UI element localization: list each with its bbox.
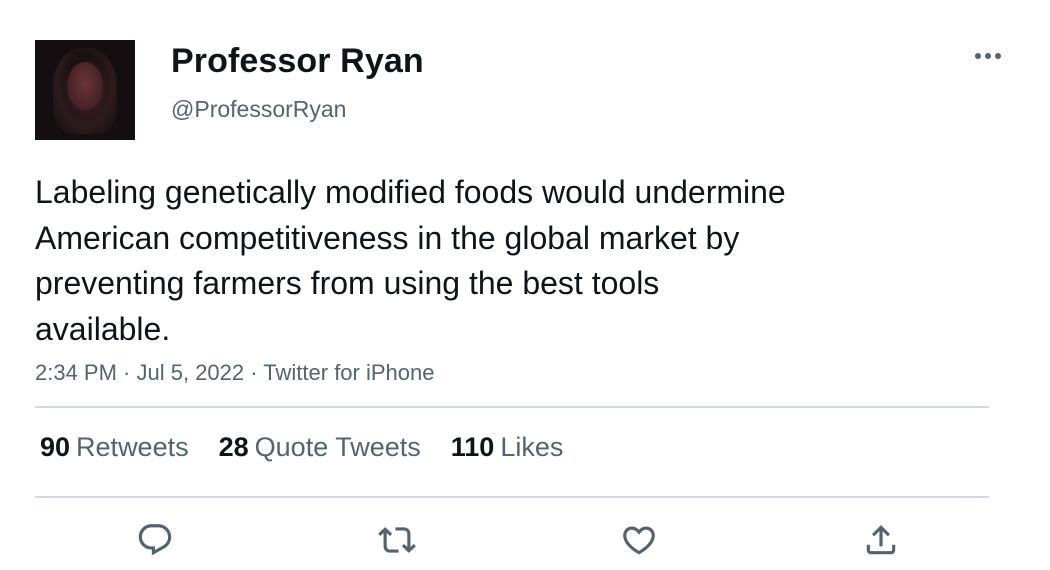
display-name[interactable]: Professor Ryan [171, 42, 424, 81]
retweets-count: 90 [40, 432, 71, 462]
quote-tweets-label: Quote Tweets [254, 432, 421, 462]
reply-icon [138, 524, 172, 556]
share-button[interactable] [859, 518, 903, 562]
reply-button[interactable] [133, 518, 177, 562]
quote-tweets-count: 28 [218, 432, 249, 462]
divider [35, 496, 989, 498]
more-dots-icon [975, 53, 1001, 59]
retweet-icon [378, 527, 416, 553]
tweet-time: 2:34 PM [35, 360, 117, 385]
tweet-date: Jul 5, 2022 [136, 360, 245, 385]
like-button[interactable] [617, 518, 661, 562]
meta-separator: · [244, 360, 264, 385]
share-icon [866, 525, 896, 555]
avatar[interactable] [35, 40, 135, 140]
retweets-stat[interactable]: 90 Retweets [40, 432, 189, 463]
user-handle[interactable]: @ProfessorRyan [171, 96, 346, 123]
tweet-text-line: American competitiveness in the global m… [35, 219, 740, 256]
tweet-meta: 2:34 PM · Jul 5, 2022 · Twitter for iPho… [35, 360, 434, 386]
tweet-text-line: Labeling genetically modified foods woul… [35, 174, 786, 210]
retweets-label: Retweets [76, 432, 189, 462]
likes-stat[interactable]: 110 Likes [451, 432, 564, 463]
meta-separator: · [116, 360, 137, 385]
heart-icon [623, 526, 655, 555]
tweet-text-line: preventing farmers from using the best t… [35, 265, 660, 301]
tweet-source-link[interactable]: Twitter for iPhone [263, 360, 434, 385]
divider [35, 406, 989, 408]
avatar-face [67, 62, 103, 110]
retweet-button[interactable] [375, 518, 419, 562]
tweet-text-line: available. [35, 310, 171, 347]
likes-label: Likes [500, 432, 564, 462]
likes-count: 110 [450, 432, 495, 462]
quote-tweets-stat[interactable]: 28 Quote Tweets [219, 432, 421, 463]
tweet-stats: 90 Retweets 28 Quote Tweets 110 Likes [40, 432, 593, 463]
tweet-time-link[interactable]: 2:34 PM · Jul 5, 2022 [35, 360, 244, 385]
tweet-text: Labeling genetically modified foods woul… [35, 170, 915, 352]
more-options-button[interactable] [972, 44, 1004, 68]
